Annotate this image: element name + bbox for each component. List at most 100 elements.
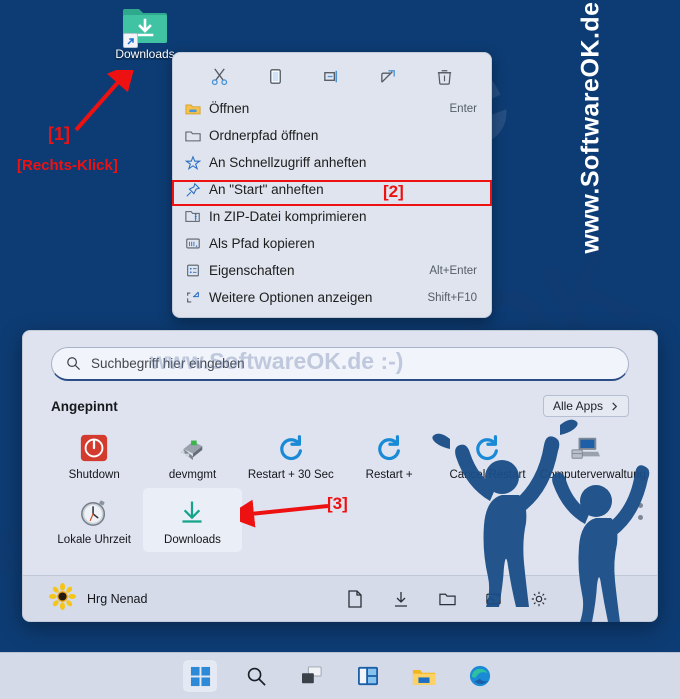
taskbar-task-view-button[interactable] [295, 660, 329, 692]
tile-cancel-restart[interactable]: Cancel Restart [438, 423, 536, 488]
annotation-right-click: [Rechts-Klick] [17, 157, 118, 174]
share-icon [381, 69, 395, 83]
restart-icon [472, 431, 502, 465]
power-icon [79, 431, 109, 465]
tile-label: devmgmt [168, 469, 217, 481]
annotation-step-1: [1] [48, 124, 70, 144]
delete-button[interactable] [428, 61, 462, 91]
tile-lokale-uhrzeit[interactable]: Lokale Uhrzeit [45, 488, 143, 553]
properties-icon [185, 263, 209, 278]
sunflower-avatar [49, 582, 76, 615]
context-menu-toolbar [173, 57, 491, 95]
menu-item-label: Ordnerpfad öffnen [209, 128, 319, 143]
annotation-arrow-1 [74, 70, 136, 132]
taskbar-search-button[interactable] [239, 660, 273, 692]
restart-icon [276, 431, 306, 465]
menu-item-label: Als Pfad kopieren [209, 236, 315, 251]
chevron-right-icon [612, 401, 618, 411]
taskbar-start-button[interactable] [183, 660, 217, 692]
desktop-screen: de SoftwareOK Downloads [1] [Rechts-Kl [0, 0, 680, 699]
tile-shutdown[interactable]: Shutdown [45, 423, 143, 488]
menu-item-eigenschaften[interactable]: Eigenschaften Alt+Enter [173, 257, 491, 284]
all-apps-button[interactable]: Alle Apps [542, 395, 629, 417]
tile-label: Computerverwaltung [539, 469, 646, 481]
watermark-vertical: www.SoftwareOK.de :-) [576, 0, 605, 254]
task-view-icon [302, 666, 322, 684]
page-dot [638, 503, 643, 508]
gear-icon[interactable] [529, 589, 549, 609]
tile-label: Lokale Uhrzeit [57, 533, 131, 546]
menu-item-an-start-anheften[interactable]: An "Start" anheften [173, 176, 491, 203]
menu-item-label: An Schnellzugriff anheften [209, 155, 367, 170]
menu-item-accel: Enter [449, 102, 478, 115]
context-menu-items: Öffnen Enter Ordnerpfad öffnen An Schnel… [173, 95, 491, 311]
rename-button[interactable] [315, 61, 349, 91]
page-indicator[interactable] [638, 503, 643, 520]
pinned-title: Angepinnt [51, 398, 118, 414]
folder-icon [185, 129, 209, 143]
pictures-icon[interactable] [483, 589, 503, 609]
tile-devmgmt[interactable]: devmgmt [143, 423, 241, 488]
menu-item-label: Eigenschaften [209, 263, 295, 278]
tile-label: Shutdown [68, 469, 120, 481]
tile-downloads[interactable]: Downloads [143, 487, 242, 552]
tile-label: Downloads [164, 533, 221, 546]
menu-item-an-schnellzugriff-anheften[interactable]: An Schnellzugriff anheften [173, 149, 491, 176]
edge-icon [469, 665, 491, 687]
folder-icon[interactable] [437, 589, 457, 609]
menu-item-label: Weitere Optionen anzeigen [209, 290, 373, 305]
copy-button[interactable] [259, 61, 293, 91]
copy-icon [270, 68, 281, 84]
computer-management-icon [570, 431, 602, 465]
pin-icon [185, 182, 209, 198]
start-menu: Suchbegriff hier eingeben Angepinnt Alle… [22, 330, 658, 622]
tile-label: Restart + [365, 469, 413, 481]
pinned-tiles-grid: Shutdown devmgmt Restart + 30 Sec Restar… [45, 423, 646, 553]
search-icon [67, 357, 81, 371]
folder-download-icon [122, 4, 168, 48]
user-bar: Hrg Nenad [23, 575, 657, 621]
taskbar-edge-button[interactable] [463, 660, 497, 692]
tile-restart-30-sec[interactable]: Restart + 30 Sec [242, 423, 340, 488]
folder-open-icon [185, 102, 209, 116]
user-account-button[interactable]: Hrg Nenad [49, 582, 148, 615]
search-input[interactable]: Suchbegriff hier eingeben [51, 347, 629, 381]
download-icon[interactable] [391, 589, 411, 609]
scissors-icon [211, 68, 227, 85]
share-button[interactable] [371, 61, 405, 91]
pinned-header-row: Angepinnt Alle Apps [51, 395, 629, 417]
tile-label: Restart + 30 Sec [247, 469, 334, 481]
menu-item-als-pfad-kopieren[interactable]: Als Pfad kopieren [173, 230, 491, 257]
trash-icon [438, 69, 452, 85]
search-icon [247, 667, 266, 686]
cut-button[interactable] [202, 61, 236, 91]
device-manager-icon [176, 431, 208, 465]
menu-item-ordnerpfad-oeffnen[interactable]: Ordnerpfad öffnen [173, 122, 491, 149]
clock-icon [79, 496, 109, 530]
menu-item-label: Öffnen [209, 101, 250, 116]
document-icon[interactable] [345, 589, 365, 609]
search-placeholder: Suchbegriff hier eingeben [91, 356, 245, 371]
menu-item-accel: Alt+Enter [429, 264, 477, 277]
taskbar-widgets-button[interactable] [351, 660, 385, 692]
shortcut-arrow-icon [123, 33, 138, 48]
menu-item-label: An "Start" anheften [209, 182, 324, 197]
taskbar-file-explorer-button[interactable] [407, 660, 441, 692]
windows-logo-icon [190, 666, 210, 686]
all-apps-label: Alle Apps [552, 399, 603, 413]
menu-item-oeffnen[interactable]: Öffnen Enter [173, 95, 491, 122]
user-name: Hrg Nenad [87, 591, 148, 606]
menu-item-weitere-optionen-anzeigen[interactable]: Weitere Optionen anzeigen Shift+F10 [173, 284, 491, 311]
tile-restart-plus[interactable]: Restart + [340, 423, 438, 488]
taskbar [0, 652, 680, 699]
desktop-icon-downloads[interactable]: Downloads [105, 4, 185, 61]
zip-icon [185, 209, 209, 224]
copy-path-icon [185, 236, 209, 251]
file-explorer-icon [412, 669, 436, 685]
star-icon [185, 155, 209, 170]
quick-links [345, 589, 631, 609]
rename-icon [324, 70, 338, 82]
restart-icon [374, 431, 404, 465]
menu-item-in-zip-datei-komprimieren[interactable]: In ZIP-Datei komprimieren [173, 203, 491, 230]
tile-computerverwaltung[interactable]: Computerverwaltung [537, 423, 646, 488]
